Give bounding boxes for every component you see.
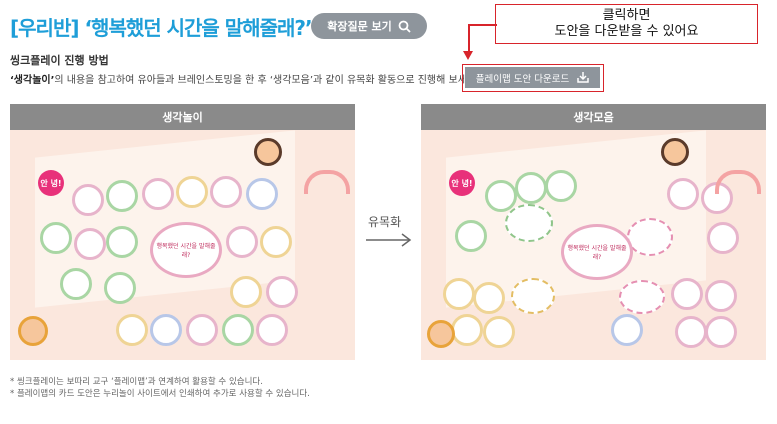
group-bubble (511, 278, 555, 314)
group-bubble (505, 204, 553, 242)
greeting-badge: 안 녕! (38, 170, 64, 196)
think-card (230, 276, 262, 308)
think-card (260, 226, 292, 258)
panel-right-title: 생각모음 (421, 104, 766, 130)
callout-line-2: 도안을 다운받을 수 있어요 (554, 24, 699, 39)
grouped-card (611, 314, 643, 346)
think-card (246, 178, 278, 210)
callout-line-1: 클릭하면 (602, 8, 651, 23)
playmap-center-text-right: 행복했던 시간을 말해줄래? (567, 245, 627, 261)
grouped-card (667, 178, 699, 210)
group-bubble (619, 280, 665, 314)
think-card (74, 228, 106, 260)
greeting-badge: 안 녕! (449, 170, 475, 196)
think-card (226, 226, 258, 258)
grouped-card (451, 314, 483, 346)
think-card (72, 184, 104, 216)
playmap-center-bubble: 행복했던 시간을 말해줄래? (150, 222, 222, 278)
think-card (256, 314, 288, 346)
think-card (150, 314, 182, 346)
playmap-center-text-left: 행복했던 시간을 말해줄래? (156, 243, 216, 259)
grouped-card (675, 316, 707, 348)
think-card (116, 314, 148, 346)
panel-think-play: 생각놀이 안 녕! 행복했던 시간을 말해줄래? (10, 104, 355, 360)
think-card (222, 314, 254, 346)
playmap-center-bubble: 행복했던 시간을 말해줄래? (561, 224, 633, 280)
think-card (60, 268, 92, 300)
think-card (186, 314, 218, 346)
grouped-card (705, 316, 737, 348)
panel-left-title: 생각놀이 (10, 104, 355, 130)
rainbow-icon (715, 170, 761, 194)
grouped-card (443, 278, 475, 310)
download-label: 플레이맵 도안 다운로드 (475, 73, 570, 85)
footnote-2: * 플레이맵의 카드 도안은 누리놀이 사이트에서 인쇄하여 추가로 사용할 수… (10, 389, 310, 399)
grouped-card (671, 278, 703, 310)
grouped-card (545, 170, 577, 202)
playmap-image-right: 안 녕! 행복했던 시간을 말해줄래? (421, 130, 766, 360)
categorize-label: 유목화 (368, 215, 402, 229)
grouped-card (705, 280, 737, 312)
grouped-card (707, 222, 739, 254)
page-title: [우리반] ‘행복했던 시간을 말해줄래?’ (10, 16, 313, 40)
panel-think-collect: 생각모음 안 녕! 행복했던 시간을 말해줄래? (421, 104, 766, 360)
download-callout: 클릭하면 도안을 다운받을 수 있어요 (495, 4, 758, 44)
grouped-card (515, 172, 547, 204)
grouped-card (483, 316, 515, 348)
greeting-badge-text: 안 녕! (40, 178, 62, 188)
ext-question-button[interactable]: 확장질문 보기 (311, 13, 427, 39)
think-card (142, 178, 174, 210)
playmap-image-left: 안 녕! 행복했던 시간을 말해줄래? (10, 130, 355, 360)
desc-bold: ‘생각놀이’ (10, 75, 55, 86)
think-card (266, 276, 298, 308)
think-card (104, 272, 136, 304)
footnotes: * 씽크플레이는 보따리 교구 ‘플레이맵’과 연계하여 활용할 수 있습니다.… (10, 376, 310, 400)
think-card (40, 222, 72, 254)
callout-arrow-head (463, 51, 473, 60)
think-card (106, 180, 138, 212)
grouped-card (473, 282, 505, 314)
child-character-icon (18, 316, 48, 346)
think-card (176, 176, 208, 208)
section-subtitle: 씽크플레이 진행 방법 (10, 54, 109, 67)
callout-connector-vertical (468, 24, 470, 54)
group-bubble (627, 218, 673, 256)
section-description: ‘생각놀이’의 내용을 참고하여 유아들과 브레인스토밍을 한 후 ‘생각모음’… (10, 71, 479, 86)
think-card (106, 226, 138, 258)
child-character-icon (427, 320, 455, 348)
greeting-badge-text: 안 녕! (451, 178, 473, 188)
grouped-card (455, 220, 487, 252)
desc-rest: 의 내용을 참고하여 유아들과 브레인스토밍을 한 후 ‘생각모음’과 같이 유… (54, 75, 480, 86)
download-icon (577, 72, 589, 83)
think-card (210, 176, 242, 208)
right-arrow-icon (366, 233, 412, 247)
child-character-icon (661, 138, 689, 166)
callout-connector (468, 24, 497, 26)
footnote-1: * 씽크플레이는 보따리 교구 ‘플레이맵’과 연계하여 활용할 수 있습니다. (10, 377, 263, 387)
child-character-icon (254, 138, 282, 166)
search-icon (398, 20, 411, 33)
grouped-card (485, 180, 517, 212)
rainbow-icon (304, 170, 350, 194)
ext-question-label: 확장질문 보기 (327, 20, 392, 33)
download-button[interactable]: 플레이맵 도안 다운로드 (465, 67, 600, 88)
